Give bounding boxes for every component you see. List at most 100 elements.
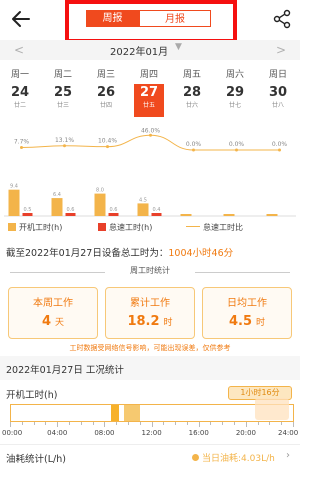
timeline-tick: [281, 422, 283, 425]
stat-title: 日均工作: [227, 298, 267, 309]
timeline-tick: [45, 422, 47, 425]
day-number: 26: [96, 85, 116, 100]
day-number: 28: [182, 85, 202, 100]
weekly-chart-svg: 9.4 0.5 6.4 0.6 8.0 0.6 4.5 0.4 7.7% 13.1% 10.4% 46…: [4, 127, 296, 217]
chevron-right-icon[interactable]: ›: [286, 450, 290, 461]
stat-card-daily-average: 日均工作 4.5 时: [202, 287, 292, 339]
idle-hours-bar: [151, 213, 162, 216]
timeline-time-label: 20:00: [235, 429, 257, 437]
stat-value: 18.2 时: [127, 314, 173, 329]
idle-hours-bar: [22, 213, 33, 216]
stat-value: 4.5 时: [228, 314, 266, 329]
timeline-time-label: 04:00: [47, 429, 68, 437]
timeline-tick: [245, 422, 247, 427]
day-cell-selected[interactable]: 27 廿五: [134, 84, 164, 117]
day-cell[interactable]: 24 廿二: [5, 84, 35, 117]
timeline-tick: [269, 422, 271, 425]
stat-value: 4天: [41, 314, 65, 329]
month-title[interactable]: 2022年01月: [110, 43, 168, 58]
share-icon[interactable]: [272, 9, 292, 29]
timeline-tick: [21, 422, 23, 425]
run-hours-bar-label: 4.5: [139, 197, 147, 203]
day-lunar: 廿四: [99, 102, 112, 109]
stat-card-total-hours: 累计工作 18.2 时: [105, 287, 195, 339]
summary-prefix: 截至2022年01月27日设备总工时为：: [6, 248, 169, 259]
stat-title: 累计工作: [130, 298, 170, 309]
caret-down-icon[interactable]: ▼: [175, 42, 182, 52]
timeline-tick: [222, 422, 224, 425]
timeline-tick: [175, 422, 177, 425]
next-month-button[interactable]: >: [276, 43, 286, 57]
idle-hours-bar-label: 0.5: [24, 207, 32, 213]
timeline-time-labels: 00:00 04:00 08:00 12:00 16:00 20:00 24:00: [0, 429, 300, 439]
timeline-tick: [116, 422, 118, 425]
legend-idle-ratio: 怠速工时比: [186, 222, 243, 233]
header: 周报 月报: [0, 0, 300, 43]
day-number: 29: [225, 85, 245, 100]
timeline-time-label: 12:00: [141, 429, 162, 437]
back-arrow-icon[interactable]: [10, 8, 32, 30]
timeline-tick: [127, 422, 129, 425]
weekday-label: 周六: [225, 70, 244, 80]
weekday-label: 周日: [268, 70, 287, 80]
run-hours-bar: [223, 214, 235, 216]
watermark-overlay: [255, 398, 289, 420]
run-hours-bar-label: 8.0: [96, 188, 104, 194]
day-number: 24: [10, 85, 30, 100]
legend-swatch: [8, 223, 16, 231]
day-number: 27: [139, 85, 159, 100]
timeline-time-label: 00:00: [2, 429, 23, 437]
timeline-tick: [234, 422, 236, 425]
idle-hours-bar: [65, 213, 76, 216]
oil-consumption-label: 油耗统计(L/h): [6, 454, 66, 465]
timeline-tick: [10, 422, 11, 427]
idle-ratio-label: 0.0%: [186, 141, 202, 148]
idle-ratio-point: [20, 146, 23, 150]
legend-label: 怠速工时比: [203, 223, 243, 232]
summary-value: 1004小时46分: [168, 248, 234, 259]
weekday-label: 周一: [10, 70, 29, 80]
run-hours-bar: [51, 198, 63, 216]
month-bar: < 2022年01月 ▼ >: [0, 40, 300, 60]
data-accuracy-note: 工时数据受网络信号影响，可能出现误差，仅供参考: [69, 344, 231, 352]
day-cell[interactable]: 29 廿七: [220, 84, 250, 117]
day-lunar: 廿七: [228, 102, 241, 109]
legend-swatch: [98, 223, 106, 231]
oil-consumption-value: 当日油耗:4.03L/h: [202, 454, 275, 464]
idle-ratio-label: 46.0%: [141, 127, 160, 134]
day-lunar: 廿三: [56, 102, 69, 109]
weekday-label: 周二: [53, 70, 72, 80]
day-cell[interactable]: 25 廿三: [48, 84, 78, 117]
timeline-tick: [163, 422, 165, 425]
idle-hours-bar-label: 0.6: [110, 207, 118, 213]
timeline-tick: [151, 422, 153, 427]
timeline-tick: [92, 422, 94, 425]
weekday-label: 周四: [139, 70, 158, 80]
timeline-ticks: [10, 422, 294, 427]
run-hours-bar: [94, 193, 106, 216]
idle-hours-bar-label: 0.4: [153, 207, 161, 213]
timeline-tick: [257, 422, 259, 425]
run-hours-bar: [8, 189, 20, 216]
day-cell[interactable]: 28 廿六: [177, 84, 207, 117]
prev-month-button[interactable]: <: [14, 43, 24, 57]
day-cell[interactable]: 30 廿八: [263, 84, 293, 117]
idle-ratio-label: 7.7%: [14, 139, 30, 146]
idle-ratio-point: [278, 148, 281, 152]
run-timeline-bar[interactable]: [10, 404, 294, 422]
timeline-tick: [210, 422, 212, 425]
total-hours-summary: 截至2022年01月27日设备总工时为：1004小时46分: [6, 245, 233, 259]
timeline-time-label: 16:00: [188, 429, 209, 437]
weekly-stats-heading: 周工时统计: [0, 265, 300, 281]
idle-ratio-point: [63, 144, 66, 148]
day-cell[interactable]: 26 廿四: [91, 84, 121, 117]
timeline-time-label: 24:00: [278, 429, 299, 437]
legend-line-swatch: [186, 226, 200, 227]
timeline-tick: [57, 422, 59, 427]
legend-label: 开机工时(h): [19, 223, 63, 232]
work-stats-title: 2022年01月27日 工况统计: [6, 365, 124, 376]
weekday-label: 周三: [96, 70, 115, 80]
timeline-time-label: 08:00: [94, 429, 115, 437]
timeline-tick: [68, 422, 70, 425]
timeline-tick: [186, 422, 188, 425]
